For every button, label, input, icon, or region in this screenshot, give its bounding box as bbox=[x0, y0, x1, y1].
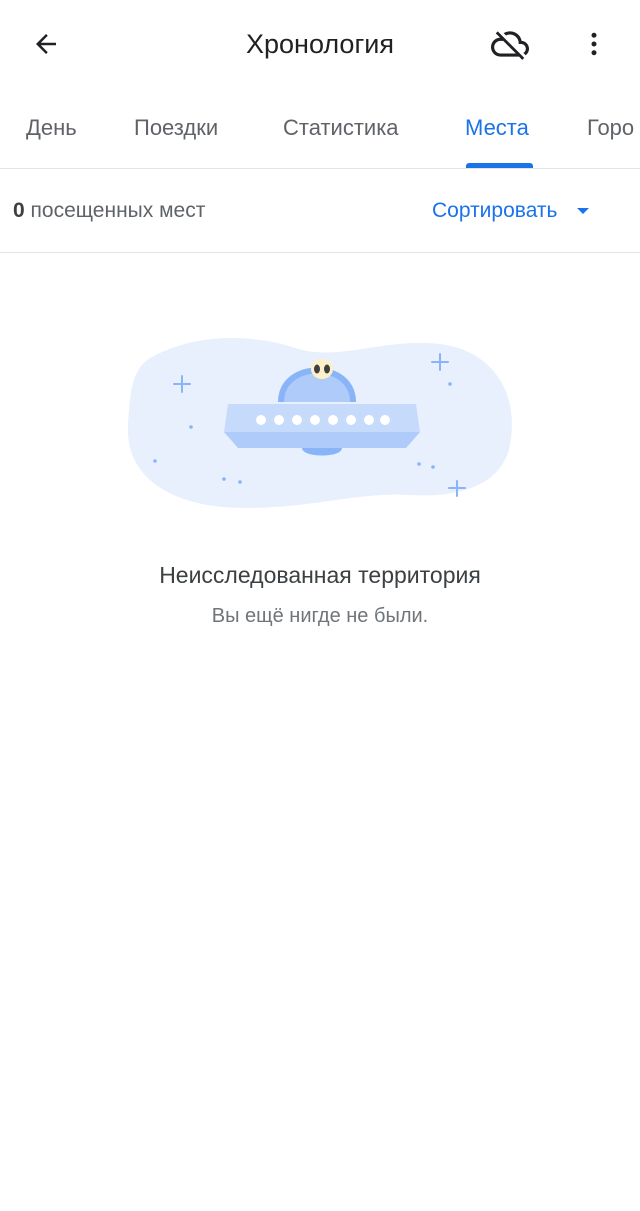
back-button[interactable] bbox=[20, 20, 72, 68]
tab-places[interactable]: Места bbox=[465, 90, 529, 168]
tab-bar: День Поездки Статистика Места Горо bbox=[0, 90, 640, 169]
tab-cities[interactable]: Горо bbox=[587, 90, 634, 168]
arrow-back-icon bbox=[36, 34, 56, 54]
sort-button[interactable]: Сортировать bbox=[432, 191, 590, 231]
active-tab-indicator bbox=[466, 163, 533, 168]
page-title: Хронология bbox=[246, 29, 394, 59]
count-number: 0 bbox=[13, 199, 25, 222]
tab-trips[interactable]: Поездки bbox=[134, 90, 218, 168]
dropdown-arrow-icon bbox=[577, 208, 590, 214]
cloud-off-icon bbox=[491, 31, 529, 60]
app-bar: Хронология bbox=[0, 0, 640, 90]
empty-state-subtitle: Вы ещё нигде не были. bbox=[211, 605, 429, 627]
tab-day[interactable]: День bbox=[26, 90, 77, 168]
count-label: посещенных мест bbox=[30, 199, 206, 222]
tab-statistics[interactable]: Статистика bbox=[283, 90, 399, 168]
summary-bar: 0 посещенных мест Сортировать bbox=[0, 169, 640, 253]
ufo-illustration bbox=[127, 337, 512, 508]
more-options-button[interactable] bbox=[572, 20, 616, 68]
more-vert-icon bbox=[591, 32, 597, 56]
ufo-body bbox=[224, 404, 420, 432]
empty-state-title: Неисследованная территория bbox=[159, 562, 481, 588]
visited-places-count: 0 посещенных мест bbox=[13, 197, 205, 225]
cloud-sync-button[interactable] bbox=[484, 20, 536, 68]
sort-label: Сортировать bbox=[432, 199, 558, 222]
